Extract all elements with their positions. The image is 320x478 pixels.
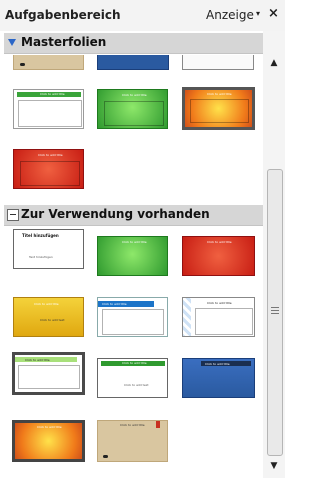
master-slide-thumbnail[interactable]: Click to add title — [13, 89, 84, 129]
thumb-body: Click to add text — [40, 318, 65, 322]
expand-triangle-icon[interactable] — [8, 39, 16, 46]
content-area — [20, 161, 80, 186]
master-slide-thumbnail[interactable]: Click to add title — [182, 87, 255, 130]
close-icon[interactable]: × — [268, 6, 279, 21]
thumb-heading: Click to add title — [120, 423, 145, 427]
grip-line — [271, 310, 279, 311]
thumb-heading: Click to add title — [205, 362, 230, 366]
dropdown-arrow-icon[interactable]: ▾ — [256, 9, 260, 18]
thumb-heading: Click to add title — [38, 153, 63, 157]
content-area — [18, 100, 82, 127]
section-label: Zur Verwendung vorhanden — [21, 207, 210, 221]
thumb-heading: Click to add title — [122, 93, 147, 97]
content-area — [102, 309, 164, 335]
panel-titlebar: Aufgabenbereich Anzeige ▾ × — [0, 0, 285, 31]
grip-line — [271, 307, 279, 308]
layout-thumbnail[interactable]: Click to add title Click to add text — [13, 297, 84, 337]
pattern-strip — [183, 298, 191, 336]
thumb-heading: Click to add title — [207, 240, 232, 244]
vertical-scrollbar[interactable]: ▲ ▼ — [263, 31, 285, 478]
master-slide-thumbnail[interactable] — [182, 55, 254, 70]
thumb-heading: Click to add title — [25, 358, 50, 362]
layout-thumbnail[interactable]: Titel hinzufügen Text hinzufügen — [13, 229, 84, 269]
layout-thumbnail[interactable]: Click to add title Click to add text — [97, 358, 168, 398]
grip-line — [271, 313, 279, 314]
view-menu-button[interactable]: Anzeige — [206, 8, 254, 22]
layout-thumbnail[interactable]: Click to add title — [97, 297, 168, 337]
layout-thumbnail[interactable]: Click to add title — [182, 297, 255, 337]
layout-thumbnail[interactable]: Click to add title — [182, 358, 255, 398]
ribbon-icon — [156, 421, 160, 428]
section-header-masterfolien[interactable]: Masterfolien — [4, 33, 263, 54]
scroll-up-icon[interactable]: ▲ — [266, 56, 282, 70]
master-slide-thumbnail[interactable] — [97, 55, 169, 70]
logo-icon — [103, 455, 108, 458]
thumb-heading: Click to add title — [102, 302, 127, 306]
scroll-down-icon[interactable]: ▼ — [266, 459, 282, 473]
layout-thumbnail[interactable]: Click to add title — [97, 420, 168, 462]
master-slide-thumbnail[interactable]: Click to add title — [13, 149, 84, 189]
thumb-body: Text hinzufügen — [29, 255, 53, 259]
thumb-body: Click to add text — [124, 383, 149, 387]
layout-thumbnail[interactable]: Click to add title — [182, 236, 255, 276]
section-label: Masterfolien — [21, 35, 107, 49]
thumb-heading: Titel hinzufügen — [22, 233, 59, 238]
content-area — [195, 308, 253, 335]
thumb-heading: Click to add title — [34, 302, 59, 306]
collapse-toggle-icon[interactable] — [7, 209, 19, 221]
panel-title: Aufgabenbereich — [5, 8, 121, 22]
logo-icon — [20, 63, 25, 66]
layout-thumbnail[interactable]: Click to add title — [97, 236, 168, 276]
thumb-heading: Click to add title — [207, 301, 232, 305]
layout-thumbnail[interactable]: Click to add title — [12, 420, 85, 462]
slide-list: Click to add title Click to add title Cl… — [0, 55, 263, 478]
content-area — [190, 99, 249, 123]
scrollbar-thumb[interactable] — [267, 169, 283, 456]
master-slide-thumbnail[interactable] — [13, 55, 84, 70]
content-area — [104, 101, 164, 126]
thumb-heading: Click to add title — [122, 361, 147, 365]
thumb-heading: Click to add title — [122, 240, 147, 244]
content-area — [18, 365, 80, 389]
thumb-heading: Click to add title — [207, 92, 232, 96]
master-slide-thumbnail[interactable]: Click to add title — [97, 89, 168, 129]
thumb-heading: Click to add title — [37, 425, 62, 429]
section-header-zur-verwendung[interactable]: Zur Verwendung vorhanden — [4, 205, 263, 226]
thumb-heading: Click to add title — [40, 92, 65, 96]
layout-thumbnail[interactable]: Click to add title — [12, 352, 85, 395]
